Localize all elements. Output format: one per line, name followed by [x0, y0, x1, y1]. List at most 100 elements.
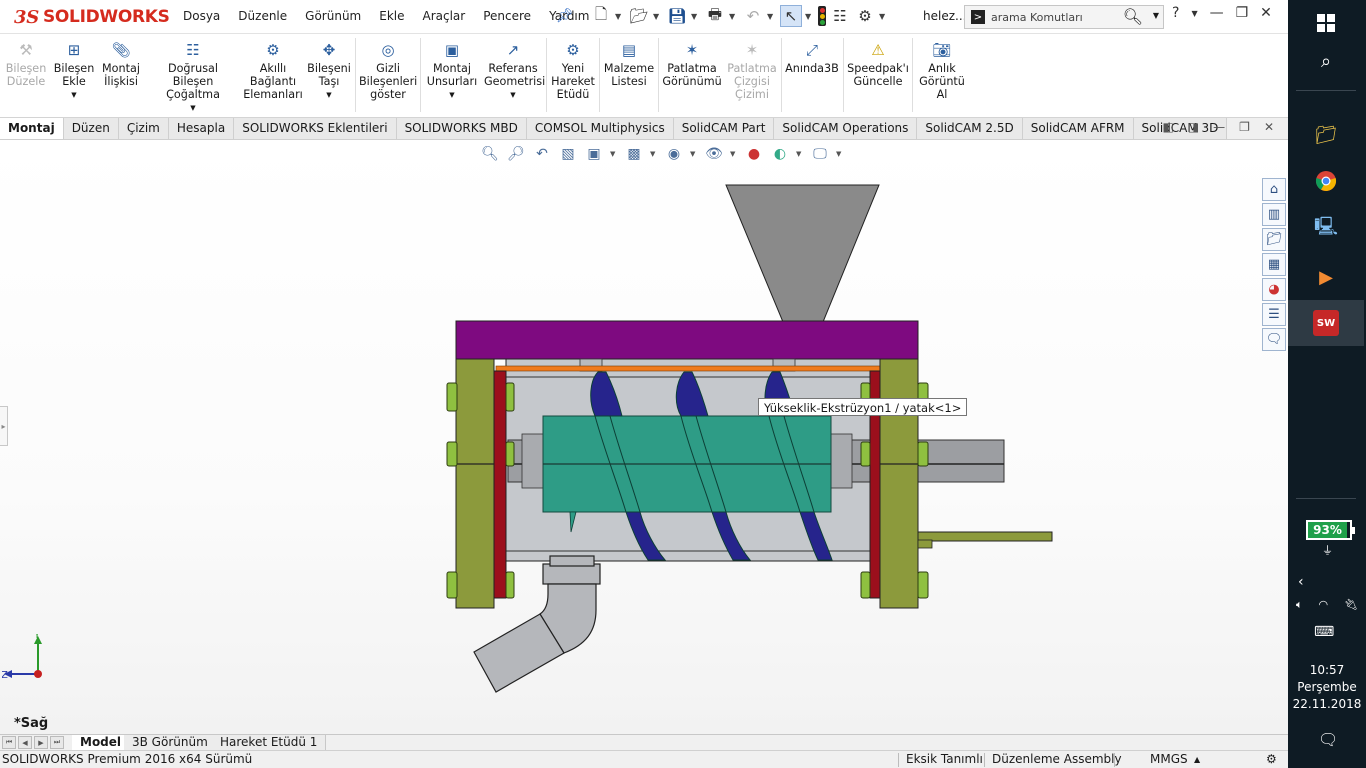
- action-center-icon[interactable]: 🗨︎: [1318, 730, 1338, 749]
- ribbon-insert-component[interactable]: ⊞ Bileşen Ekle ▼: [52, 40, 96, 102]
- last-tab-icon[interactable]: ⏭: [50, 736, 64, 749]
- chevron-down-icon[interactable]: ▼: [52, 89, 96, 102]
- ribbon-new-motion-study[interactable]: ⚙ Yeni Hareket Etüdü: [550, 40, 596, 101]
- ribbon-move-component[interactable]: ✥ Bileşeni Taşı ▼: [306, 40, 352, 102]
- new-document-icon[interactable]: 🗋: [590, 5, 612, 27]
- tab-solidworks-mbd[interactable]: SOLIDWORKS MBD: [396, 118, 527, 139]
- design-library-icon[interactable]: ▥: [1262, 203, 1286, 226]
- power-icon[interactable]: 🔌︎: [1344, 598, 1358, 612]
- unit-system[interactable]: MMGS: [1150, 751, 1188, 768]
- undo-icon[interactable]: ↶: [742, 5, 764, 27]
- tab-montaj[interactable]: Montaj: [0, 118, 64, 139]
- chevron-down-icon[interactable]: ▼: [484, 89, 542, 102]
- chevron-down-icon[interactable]: ▼: [146, 102, 240, 115]
- tab-solidcam-afrm[interactable]: SolidCAM AFRM: [1022, 118, 1134, 139]
- ribbon-explode-line-sketch[interactable]: ✶ Patlatma Çizgisi Çizimi: [726, 40, 778, 101]
- menu-dosya[interactable]: Dosya: [174, 9, 229, 23]
- rebuild-status-icon[interactable]: ⚙: [1266, 751, 1277, 768]
- chevron-down-icon[interactable]: ▼: [729, 12, 739, 21]
- ribbon-bill-of-materials[interactable]: ▤ Malzeme Listesi: [603, 40, 655, 88]
- solidworks-2016-taskbar-icon[interactable]: SW: [1288, 300, 1364, 346]
- ribbon-reference-geometry[interactable]: ↗ Referans Geometrisi ▼: [484, 40, 545, 102]
- file-explorer-icon[interactable]: 📁︎: [1288, 112, 1364, 158]
- tab-comsol-multiphysics[interactable]: COMSOL Multiphysics: [526, 118, 674, 139]
- chevron-down-icon[interactable]: ▼: [767, 12, 777, 21]
- chevron-down-icon[interactable]: ▼: [805, 12, 815, 21]
- tab-solidworks-eklentileri[interactable]: SOLIDWORKS Eklentileri: [234, 118, 397, 139]
- pin-icon[interactable]: 📌︎: [556, 8, 574, 24]
- remote-desktop-icon[interactable]: 🖳︎: [1288, 206, 1364, 252]
- ribbon-edit-component[interactable]: ⚒ Bileşen Düzele: [4, 40, 48, 88]
- minimize-icon[interactable]: —: [1213, 120, 1225, 134]
- forum-icon[interactable]: 🗨︎: [1262, 328, 1286, 351]
- ribbon-linear-pattern[interactable]: ☷ Doğrusal Bileşen Çoğaltma ▼: [146, 40, 240, 115]
- chrome-icon[interactable]: [1288, 158, 1364, 204]
- tab-solidcam-operations[interactable]: SolidCAM Operations: [774, 118, 918, 139]
- search-icon[interactable]: ⌕: [1288, 38, 1364, 84]
- custom-properties-icon[interactable]: ☰: [1262, 303, 1286, 326]
- ribbon-smart-fasteners[interactable]: ⚙ Akıllı Bağlantı Elemanları: [243, 40, 303, 101]
- menu-duzenle[interactable]: Düzenle: [229, 9, 296, 23]
- first-tab-icon[interactable]: ⏮: [2, 736, 16, 749]
- file-explorer-icon[interactable]: 📁︎: [1262, 228, 1286, 251]
- ribbon-update-speedpak[interactable]: ⚠ Speedpak'ı Güncelle: [847, 40, 909, 88]
- chevron-down-icon[interactable]: ▼: [1153, 11, 1159, 20]
- tab-solidcam-25d[interactable]: SolidCAM 2.5D: [917, 118, 1023, 139]
- show-hidden-icons-chevron-icon[interactable]: ‹: [1298, 574, 1304, 590]
- tab-duzen[interactable]: Düzen: [63, 118, 119, 139]
- save-icon[interactable]: 💾︎: [666, 5, 688, 27]
- help-icon[interactable]: ?: [1172, 5, 1179, 21]
- chevron-down-icon[interactable]: ▼: [615, 12, 625, 21]
- tab-cizim[interactable]: Çizim: [118, 118, 169, 139]
- tab-model[interactable]: Model: [72, 735, 131, 750]
- previous-tab-icon[interactable]: ◀: [18, 736, 32, 749]
- ribbon-take-snapshot[interactable]: 📷︎ Anlık Görüntü Al: [916, 40, 968, 101]
- restore-icon[interactable]: ❐: [1239, 120, 1250, 134]
- chevron-up-icon[interactable]: ▲: [1194, 751, 1200, 768]
- restore-icon[interactable]: ❐: [1236, 5, 1249, 21]
- tab-solidcam-part[interactable]: SolidCAM Part: [673, 118, 775, 139]
- ribbon-mate[interactable]: 📎︎ Montaj İlişkisi: [99, 40, 143, 88]
- appearances-icon[interactable]: ◕: [1262, 278, 1286, 301]
- rebuild-traffic-light-icon[interactable]: [818, 6, 826, 26]
- home-icon[interactable]: ⌂: [1262, 178, 1286, 201]
- ribbon-exploded-view[interactable]: ✶ Patlatma Görünümü: [662, 40, 722, 88]
- ribbon-assembly-features[interactable]: ▣ Montaj Unsurları ▼: [424, 40, 480, 102]
- taskbar-clock[interactable]: 10:57 Perşembe 22.11.2018: [1288, 662, 1366, 713]
- file-properties-icon[interactable]: ☷: [829, 5, 851, 27]
- menu-gorunum[interactable]: Görünüm: [296, 9, 370, 23]
- next-tab-icon[interactable]: ▶: [34, 736, 48, 749]
- tile-left-icon[interactable]: ◧: [1162, 120, 1173, 134]
- extruder-assembly-model[interactable]: [0, 140, 1288, 734]
- command-search[interactable]: > arama Komutları 🔍︎ ▼: [964, 5, 1164, 29]
- tab-hareket-etudu[interactable]: Hareket Etüdü 1: [212, 735, 327, 750]
- media-player-icon[interactable]: ▶: [1288, 254, 1364, 300]
- solidworks-logo[interactable]: 3S SOLIDWORKS: [14, 2, 170, 32]
- menu-pencere[interactable]: Pencere: [474, 9, 540, 23]
- minimize-icon[interactable]: —: [1210, 5, 1224, 21]
- battery-indicator[interactable]: 93%: [1306, 520, 1355, 540]
- keyboard-icon[interactable]: ⌨: [1314, 624, 1334, 640]
- menu-ekle[interactable]: Ekle: [370, 9, 413, 23]
- chevron-down-icon[interactable]: ▼: [424, 89, 480, 102]
- volume-icon[interactable]: 🔈︎: [1296, 598, 1303, 612]
- graphics-area[interactable]: 🔍︎ 🔎︎ ↶ ▧ ▣▼ ▩▼ ◉▼ 👁︎▼ ● ◐▼ 🖵︎▼ ▸: [0, 140, 1288, 734]
- print-icon[interactable]: 🖶: [704, 5, 726, 27]
- tab-hesapla[interactable]: Hesapla: [168, 118, 235, 139]
- options-gear-icon[interactable]: ⚙: [854, 5, 876, 27]
- view-palette-icon[interactable]: ▦: [1262, 253, 1286, 276]
- chevron-down-icon[interactable]: ▼: [879, 12, 889, 21]
- open-folder-icon[interactable]: 📂︎: [628, 5, 650, 27]
- chevron-down-icon[interactable]: ▼: [306, 89, 352, 102]
- close-icon[interactable]: ✕: [1260, 5, 1272, 21]
- wifi-icon[interactable]: ◠: [1319, 598, 1329, 612]
- ribbon-show-hidden[interactable]: ◎ Gizli Bileşenleri göster: [359, 40, 417, 101]
- user-label[interactable]: helez...: [923, 9, 966, 23]
- close-icon[interactable]: ✕: [1264, 120, 1274, 134]
- menu-araclar[interactable]: Araçlar: [414, 9, 475, 23]
- search-icon[interactable]: 🔍︎: [1123, 7, 1143, 26]
- tab-3b-gorunum[interactable]: 3B Görünüm: [124, 735, 217, 750]
- ribbon-instant3d[interactable]: ⤢ Anında3B: [785, 40, 839, 75]
- chevron-down-icon[interactable]: ▼: [1191, 9, 1197, 18]
- chevron-down-icon[interactable]: ▼: [653, 12, 663, 21]
